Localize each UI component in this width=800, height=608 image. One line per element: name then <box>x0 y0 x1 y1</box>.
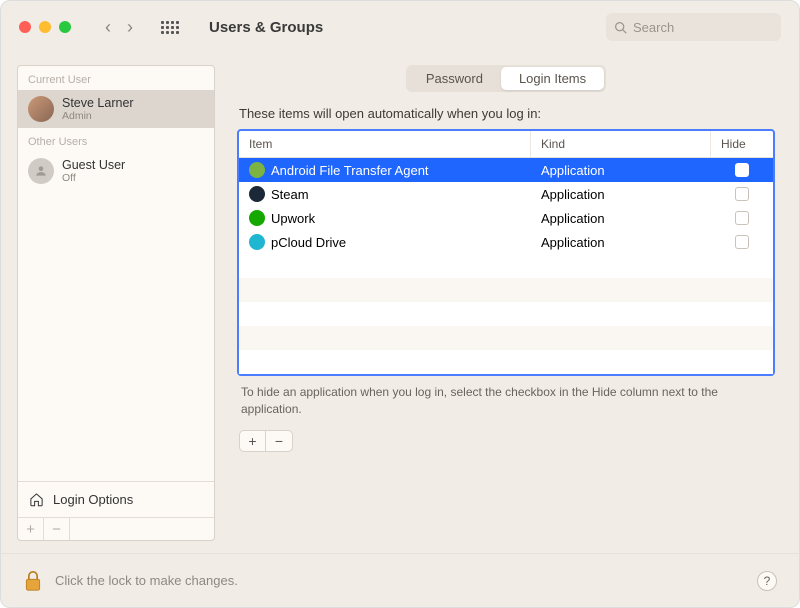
remove-user-button: − <box>44 518 70 540</box>
steam-icon <box>249 186 265 202</box>
table-row[interactable]: Android File Transfer Agent Application <box>239 158 773 182</box>
hide-checkbox[interactable] <box>735 211 749 225</box>
table-header: Item Kind Hide <box>239 131 773 158</box>
lock-text: Click the lock to make changes. <box>55 573 238 588</box>
content-body: Current User Steve Larner Admin Other Us… <box>1 53 799 553</box>
minimize-icon[interactable] <box>39 21 51 33</box>
table-row[interactable]: Steam Application <box>239 182 773 206</box>
window-controls <box>19 21 71 33</box>
description-text: These items will open automatically when… <box>239 106 773 121</box>
users-sidebar: Current User Steve Larner Admin Other Us… <box>17 65 215 541</box>
house-icon <box>28 492 45 507</box>
android-icon <box>249 162 265 178</box>
sidebar-item-current-user[interactable]: Steve Larner Admin <box>18 90 214 128</box>
preferences-window: ‹ › Users & Groups Search Current User S… <box>0 0 800 608</box>
search-placeholder: Search <box>633 20 674 35</box>
hide-checkbox[interactable] <box>735 235 749 249</box>
window-title: Users & Groups <box>209 19 323 36</box>
pcloud-icon <box>249 234 265 250</box>
avatar <box>28 96 54 122</box>
table-empty-rows <box>239 254 773 374</box>
item-kind: Application <box>531 163 711 178</box>
table-row[interactable]: Upwork Application <box>239 206 773 230</box>
col-item[interactable]: Item <box>239 131 531 157</box>
guest-status: Off <box>62 172 125 184</box>
item-name: Upwork <box>271 211 315 226</box>
current-user-label: Current User <box>18 66 214 90</box>
upwork-icon <box>249 210 265 226</box>
guest-name: Guest User <box>62 158 125 172</box>
tabs: Password Login Items <box>406 65 606 92</box>
item-add-remove: + − <box>239 430 293 452</box>
zoom-icon[interactable] <box>59 21 71 33</box>
lock-icon[interactable] <box>23 569 43 593</box>
login-items-table: Item Kind Hide Android File Transfer Age… <box>237 129 775 376</box>
col-hide[interactable]: Hide <box>711 131 773 157</box>
footer: Click the lock to make changes. ? <box>1 553 799 607</box>
search-input[interactable]: Search <box>606 13 781 41</box>
main-panel: Password Login Items These items will op… <box>229 65 783 541</box>
user-name: Steve Larner <box>62 96 134 110</box>
login-options-button[interactable]: Login Options <box>18 481 214 517</box>
table-body: Android File Transfer AgentApplicationSt… <box>239 158 773 254</box>
show-all-icon[interactable] <box>161 21 179 34</box>
other-users-label: Other Users <box>18 128 214 152</box>
item-name: Steam <box>271 187 309 202</box>
item-kind: Application <box>531 235 711 250</box>
user-role: Admin <box>62 110 134 122</box>
login-options-label: Login Options <box>53 492 133 507</box>
col-kind[interactable]: Kind <box>531 131 711 157</box>
user-add-remove: + − <box>18 517 214 540</box>
forward-button: › <box>127 17 133 38</box>
help-button[interactable]: ? <box>757 571 777 591</box>
avatar <box>28 158 54 184</box>
hide-checkbox[interactable] <box>735 163 749 177</box>
hint-text: To hide an application when you log in, … <box>241 384 771 418</box>
close-icon[interactable] <box>19 21 31 33</box>
nav-buttons: ‹ › <box>105 17 133 38</box>
tab-login-items[interactable]: Login Items <box>501 67 604 90</box>
search-icon <box>614 21 627 34</box>
item-name: pCloud Drive <box>271 235 346 250</box>
item-kind: Application <box>531 211 711 226</box>
back-button[interactable]: ‹ <box>105 17 111 38</box>
add-item-button[interactable]: + <box>240 431 266 451</box>
tab-password[interactable]: Password <box>408 67 501 90</box>
add-user-button: + <box>18 518 44 540</box>
person-icon <box>34 164 48 178</box>
item-name: Android File Transfer Agent <box>271 163 429 178</box>
sidebar-item-guest[interactable]: Guest User Off <box>18 152 214 190</box>
remove-item-button[interactable]: − <box>266 431 292 451</box>
table-row[interactable]: pCloud Drive Application <box>239 230 773 254</box>
titlebar: ‹ › Users & Groups Search <box>1 1 799 53</box>
item-kind: Application <box>531 187 711 202</box>
hide-checkbox[interactable] <box>735 187 749 201</box>
